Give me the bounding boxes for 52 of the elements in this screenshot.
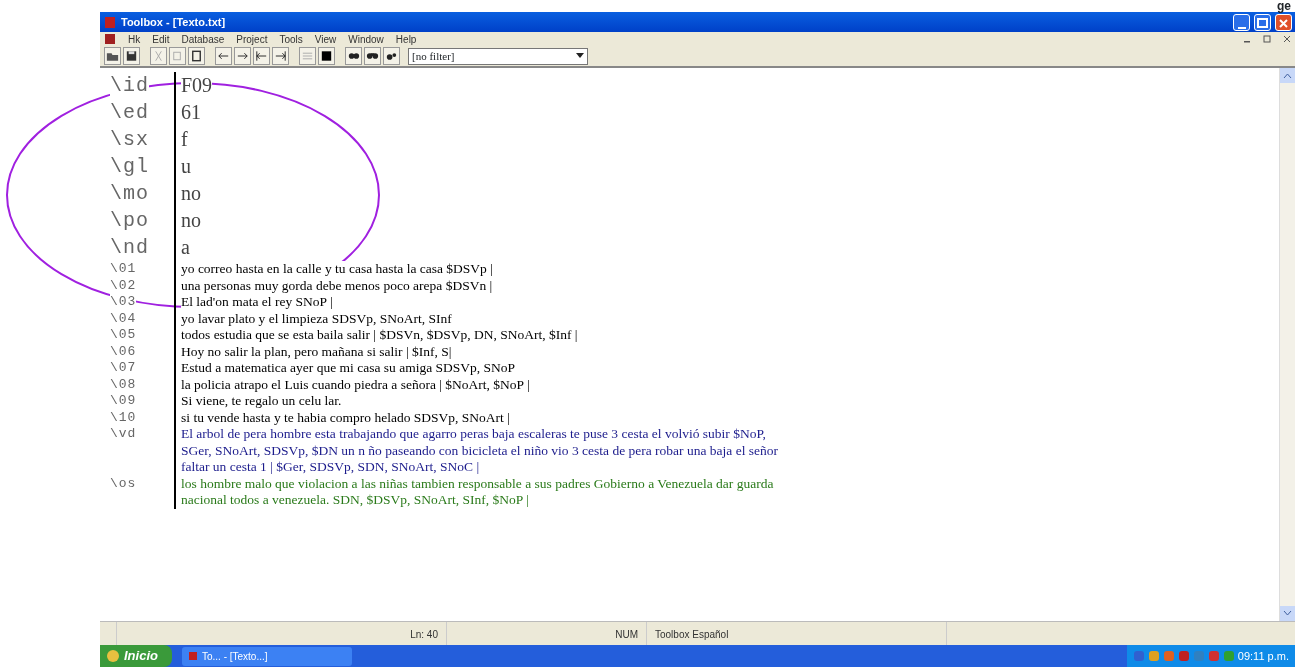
filter-dropdown[interactable]: [no filter] bbox=[408, 47, 588, 65]
menu-item[interactable]: Help bbox=[395, 31, 417, 47]
record-text: faltar un cesta 1 | $Ger, SDSVp, SDN, SNoArt, SNoC | bbox=[181, 459, 480, 476]
start-button[interactable]: Inicio bbox=[100, 645, 172, 667]
document-icon bbox=[104, 33, 116, 45]
minimize-button[interactable] bbox=[1233, 13, 1250, 31]
cut-button[interactable] bbox=[150, 47, 167, 65]
record-text: El lad'on mata el rey SNoP | bbox=[181, 294, 333, 311]
record-text: todos estudia que se esta baila salir | $DSVn, $DSVp, DN, SNoArt, $Inf | bbox=[181, 327, 578, 344]
close-icon[interactable] bbox=[1283, 35, 1291, 43]
open-button[interactable] bbox=[104, 47, 121, 65]
menu-item[interactable]: Project bbox=[236, 31, 268, 47]
find-button[interactable] bbox=[364, 47, 381, 65]
scrollbar[interactable] bbox=[1279, 68, 1295, 621]
clock-text: 09:11 p.m. bbox=[1237, 648, 1289, 664]
find-button[interactable] bbox=[383, 47, 400, 65]
square-button[interactable] bbox=[318, 47, 335, 65]
record-text: Si viene, te regalo un celu lar. bbox=[181, 393, 342, 410]
first-record-button[interactable] bbox=[253, 47, 270, 65]
caret-icon bbox=[576, 53, 584, 59]
tray-icon[interactable] bbox=[1177, 650, 1190, 662]
record-text: El arbol de pera hombre esta trabajando que agarro peras baja escaleras te puse 3 cesta el volvió subir $NoP, bbox=[181, 426, 766, 443]
maximize-button[interactable] bbox=[1254, 13, 1271, 31]
restore-icon[interactable] bbox=[1263, 35, 1271, 43]
close-button[interactable] bbox=[1275, 13, 1292, 31]
first-record-icon bbox=[254, 48, 269, 64]
window-title: Toolbox - [Texto.txt] bbox=[121, 14, 226, 30]
app-icon bbox=[103, 15, 117, 29]
record-text: nacional todos a venezuela. SDN, $DSVp, SNoArt, SInf, $NoP | bbox=[181, 492, 529, 509]
paste-icon bbox=[189, 48, 204, 64]
menu-item[interactable]: Window bbox=[348, 31, 384, 47]
save-button[interactable] bbox=[123, 47, 140, 65]
record-text: Estud a matematica ayer que mi casa su amiga SDSVp, SNoP bbox=[181, 360, 516, 377]
menu-item[interactable]: Hk bbox=[128, 31, 141, 47]
scroll-up-icon[interactable] bbox=[1280, 68, 1295, 83]
square-icon bbox=[319, 48, 334, 64]
menu-item[interactable]: Database bbox=[181, 31, 225, 47]
page-heading-fragment: ge bbox=[1277, 0, 1291, 12]
find-button[interactable] bbox=[345, 47, 362, 65]
menu-item[interactable]: View bbox=[314, 31, 337, 47]
scroll-down-icon[interactable] bbox=[1280, 606, 1295, 621]
last-record-button[interactable] bbox=[272, 47, 289, 65]
paste-button[interactable] bbox=[188, 47, 205, 65]
taskbar-button[interactable]: To... - [Texto...] bbox=[181, 646, 352, 666]
left-arrow-button[interactable] bbox=[215, 47, 232, 65]
last-record-icon bbox=[273, 48, 288, 64]
menu-item[interactable]: Tools bbox=[279, 31, 303, 47]
right-arrow-button[interactable] bbox=[234, 47, 251, 65]
menu-item[interactable]: Edit bbox=[152, 31, 170, 47]
app-icon bbox=[187, 651, 198, 661]
save-icon bbox=[124, 48, 139, 64]
record-text: yo correo hasta en la calle y tu casa hasta la casa $DSVp | bbox=[181, 261, 493, 278]
